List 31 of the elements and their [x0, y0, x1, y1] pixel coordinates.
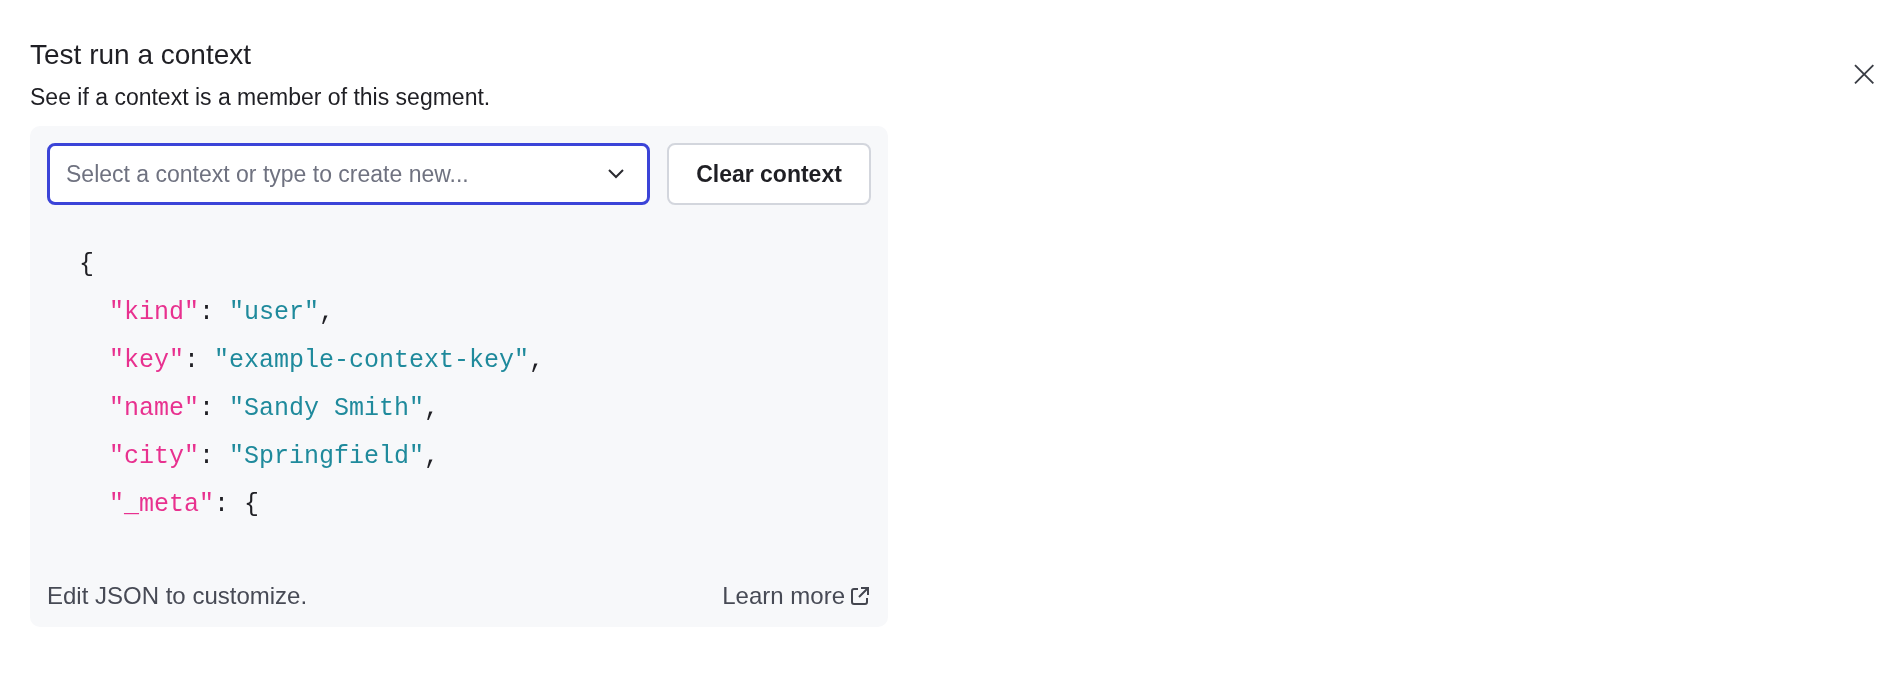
code-key: "name"	[109, 394, 199, 423]
code-value: "Springfield"	[229, 442, 425, 471]
chevron-down-icon	[607, 168, 625, 180]
code-value: "Sandy Smith"	[229, 394, 425, 423]
context-select[interactable]: Select a context or type to create new...	[47, 143, 650, 205]
code-brace: {	[79, 250, 94, 279]
learn-more-link[interactable]: Learn more	[722, 582, 871, 610]
json-editor[interactable]: { "kind": "user", "key": "example-context-key", "name": "Sandy Smith", "city": "Springfield", "_meta": {	[47, 241, 871, 559]
external-link-icon	[849, 585, 871, 607]
code-value: "user"	[229, 298, 320, 327]
code-comma: ,	[424, 442, 440, 471]
code-value: {	[244, 490, 260, 519]
code-colon: :	[199, 394, 215, 423]
code-comma: ,	[319, 298, 335, 327]
code-comma: ,	[424, 394, 440, 423]
code-key: "_meta"	[109, 490, 215, 519]
code-key: "kind"	[109, 298, 199, 327]
close-button[interactable]: ×	[1844, 54, 1884, 92]
code-key: "key"	[109, 346, 184, 375]
code-colon: :	[199, 442, 215, 471]
code-colon: :	[214, 490, 230, 519]
code-comma: ,	[529, 346, 545, 375]
code-key: "city"	[109, 442, 199, 471]
dialog-title: Test run a context	[30, 38, 252, 72]
dialog-subtitle: See if a context is a member of this segment.	[30, 83, 491, 112]
clear-context-button[interactable]: Clear context	[667, 143, 871, 205]
code-colon: :	[199, 298, 215, 327]
editor-hint: Edit JSON to customize.	[47, 582, 308, 610]
select-input[interactable]: Select a context or type to create new...	[64, 159, 607, 189]
code-value: "example-context-key"	[214, 346, 530, 375]
code-colon: :	[184, 346, 200, 375]
